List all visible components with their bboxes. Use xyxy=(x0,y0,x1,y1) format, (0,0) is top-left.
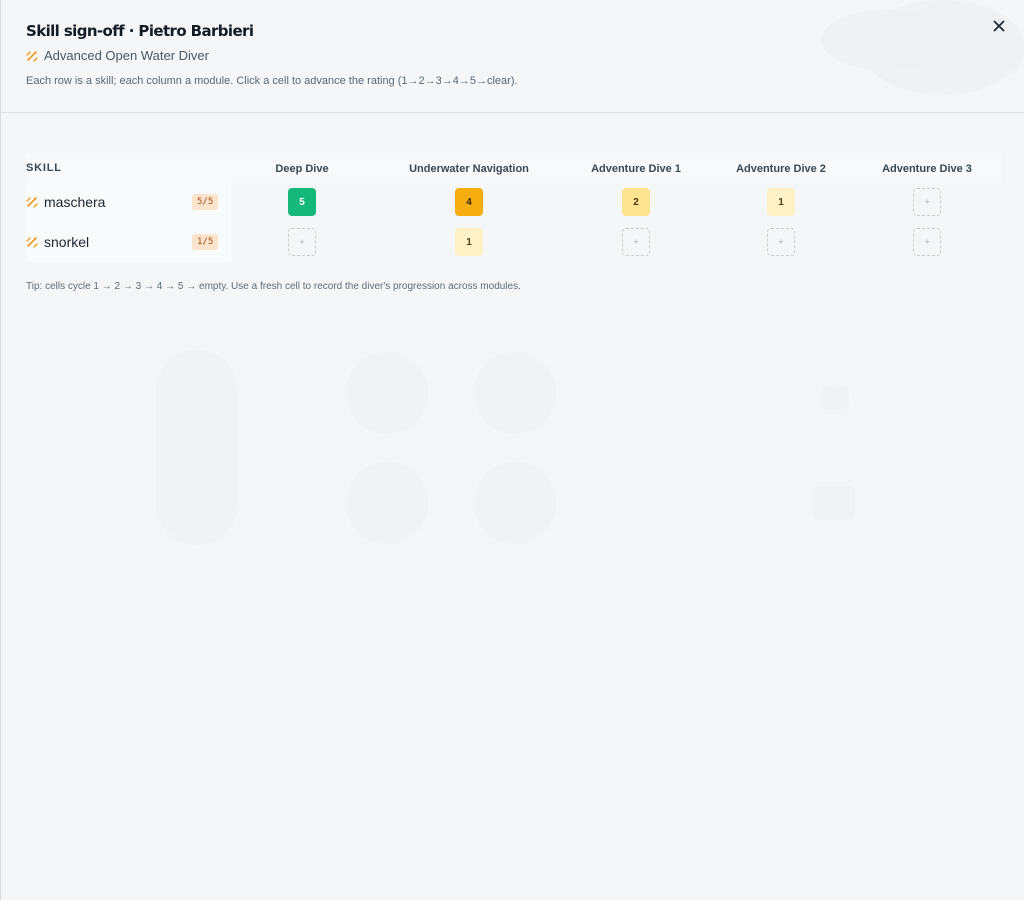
background-decoration xyxy=(821,386,849,410)
background-decoration xyxy=(474,462,556,544)
rating-cell[interactable]: 1 xyxy=(767,188,795,216)
sparkle-icon xyxy=(26,237,38,248)
rating-cell[interactable]: 1 xyxy=(455,228,483,256)
background-decoration xyxy=(156,350,238,545)
skill-signoff-panel: Skill sign-off · Pietro Barbieri Advance… xyxy=(0,0,1024,900)
background-decoration xyxy=(346,352,428,434)
module-header-adventure-dive-1: Adventure Dive 1 xyxy=(591,163,681,175)
skill-grid: SKILL Deep Dive Underwater Navigation Ad… xyxy=(26,154,1001,262)
rating-cell-empty[interactable]: + xyxy=(288,228,316,256)
module-header-adventure-dive-3: Adventure Dive 3 xyxy=(882,163,972,175)
instructions-text: Each row is a skill; each column a modul… xyxy=(26,75,518,87)
background-decoration xyxy=(346,462,428,544)
tip-text: Tip: cells cycle 1 → 2 → 3 → 4 → 5 → emp… xyxy=(26,281,521,292)
course-name: Advanced Open Water Diver xyxy=(44,48,209,63)
skill-label: maschera 5/5 xyxy=(26,182,231,222)
skill-row-maschera: maschera 5/5 5 4 2 1 + xyxy=(26,182,1001,222)
sparkle-icon xyxy=(26,50,38,62)
module-header-deep-dive: Deep Dive xyxy=(275,163,329,175)
sparkle-icon xyxy=(26,197,38,208)
background-decoration xyxy=(813,486,855,520)
close-icon xyxy=(993,20,1005,32)
module-header-underwater-navigation: Underwater Navigation xyxy=(409,163,529,175)
skill-label: snorkel 1/5 xyxy=(26,222,231,262)
rating-cell[interactable]: 2 xyxy=(622,188,650,216)
skill-name: snorkel xyxy=(44,234,90,250)
skill-column-header: SKILL xyxy=(26,162,62,174)
background-decoration xyxy=(474,352,556,434)
panel-header: Skill sign-off · Pietro Barbieri Advance… xyxy=(1,0,1024,113)
rating-cell[interactable]: 4 xyxy=(455,188,483,216)
course-row: Advanced Open Water Diver xyxy=(26,48,209,63)
module-header-adventure-dive-2: Adventure Dive 2 xyxy=(736,163,826,175)
rating-cell[interactable]: 5 xyxy=(288,188,316,216)
page-title: Skill sign-off · Pietro Barbieri xyxy=(26,22,254,40)
rating-cell-empty[interactable]: + xyxy=(622,228,650,256)
grid-header-row: SKILL Deep Dive Underwater Navigation Ad… xyxy=(26,154,1001,182)
rating-cell-empty[interactable]: + xyxy=(913,188,941,216)
skill-row-snorkel: snorkel 1/5 + 1 + + + xyxy=(26,222,1001,262)
close-button[interactable] xyxy=(989,16,1009,36)
rating-cell-empty[interactable]: + xyxy=(767,228,795,256)
rating-cell-empty[interactable]: + xyxy=(913,228,941,256)
score-badge: 1/5 xyxy=(192,234,219,250)
skill-name: maschera xyxy=(44,194,106,210)
score-badge: 5/5 xyxy=(192,194,219,210)
